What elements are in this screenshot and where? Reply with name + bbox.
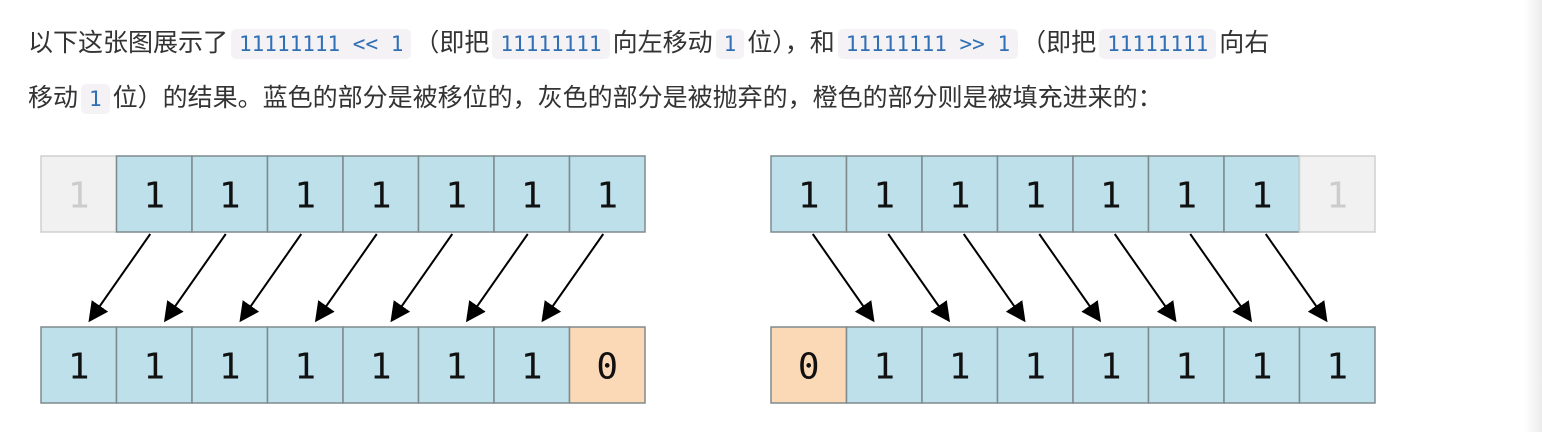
left-shift-diagram: 1 1 1 1 1 1 1 1 1 1 1 1 1 1 1 0 bbox=[40, 155, 646, 404]
bit-shift-diagram: 1 1 1 1 1 1 1 1 1 1 1 1 1 1 1 0 1 1 1 1 1 1 1 1 0 1 1 1 1 1 1 1 bbox=[40, 155, 1376, 404]
shift-arrow bbox=[541, 233, 605, 323]
shift-arrow bbox=[239, 233, 303, 323]
right-bottom-bit-value: 1 bbox=[1175, 347, 1197, 388]
left-bottom-bit-value: 1 bbox=[521, 347, 543, 388]
right-bottom-bit-value: 1 bbox=[1326, 347, 1348, 388]
right-bottom-bit-value: 1 bbox=[1024, 347, 1046, 388]
left-top-bit-value: 1 bbox=[294, 176, 316, 217]
shift-arrow bbox=[1264, 233, 1328, 323]
left-bottom-bit-value: 1 bbox=[68, 347, 90, 388]
right-top-bit-value: 1 bbox=[1175, 176, 1197, 217]
right-top-bit-value: 1 bbox=[1024, 176, 1046, 217]
right-bottom-bit-value: 1 bbox=[1100, 347, 1122, 388]
right-bottom-bit-value: 1 bbox=[873, 347, 895, 388]
right-top-bit-value: 1 bbox=[873, 176, 895, 217]
left-bottom-bit-value: 1 bbox=[370, 347, 392, 388]
shift-arrow bbox=[887, 233, 951, 323]
right-top-bit-value: 1 bbox=[1251, 176, 1273, 217]
right-top-bit-value: 1 bbox=[1326, 176, 1348, 217]
shift-arrow bbox=[1038, 233, 1102, 323]
shift-arrow bbox=[962, 233, 1026, 323]
left-bottom-bit-value: 1 bbox=[445, 347, 467, 388]
left-top-bit-value: 1 bbox=[370, 176, 392, 217]
right-bottom-bit-value: 1 bbox=[949, 347, 971, 388]
shift-arrow bbox=[811, 233, 875, 323]
left-bottom-bit-value: 1 bbox=[219, 347, 241, 388]
shift-arrow bbox=[314, 233, 378, 323]
shift-arrow bbox=[465, 233, 529, 323]
page-edge-shadow bbox=[1524, 0, 1542, 432]
left-top-bit-value: 1 bbox=[521, 176, 543, 217]
left-top-bit-value: 1 bbox=[219, 176, 241, 217]
right-bottom-bit-value: 0 bbox=[798, 347, 820, 388]
left-top-bit-value: 1 bbox=[143, 176, 165, 217]
shift-arrow bbox=[1113, 233, 1177, 323]
left-top-bit-value: 1 bbox=[596, 176, 618, 217]
right-top-bit-value: 1 bbox=[798, 176, 820, 217]
shift-arrow bbox=[88, 233, 152, 323]
left-bottom-bit-value: 0 bbox=[596, 347, 618, 388]
left-bottom-bit-value: 1 bbox=[143, 347, 165, 388]
shift-arrow bbox=[163, 233, 227, 323]
left-top-bit-value: 1 bbox=[68, 176, 90, 217]
right-top-bit-value: 1 bbox=[949, 176, 971, 217]
right-bottom-bit-value: 1 bbox=[1251, 347, 1273, 388]
left-top-bit-value: 1 bbox=[445, 176, 467, 217]
right-shift-diagram: 1 1 1 1 1 1 1 1 0 1 1 1 1 1 1 1 bbox=[770, 155, 1376, 404]
right-top-bit-value: 1 bbox=[1100, 176, 1122, 217]
left-bottom-bit-value: 1 bbox=[294, 347, 316, 388]
shift-arrow bbox=[1189, 233, 1253, 323]
shift-arrow bbox=[390, 233, 454, 323]
